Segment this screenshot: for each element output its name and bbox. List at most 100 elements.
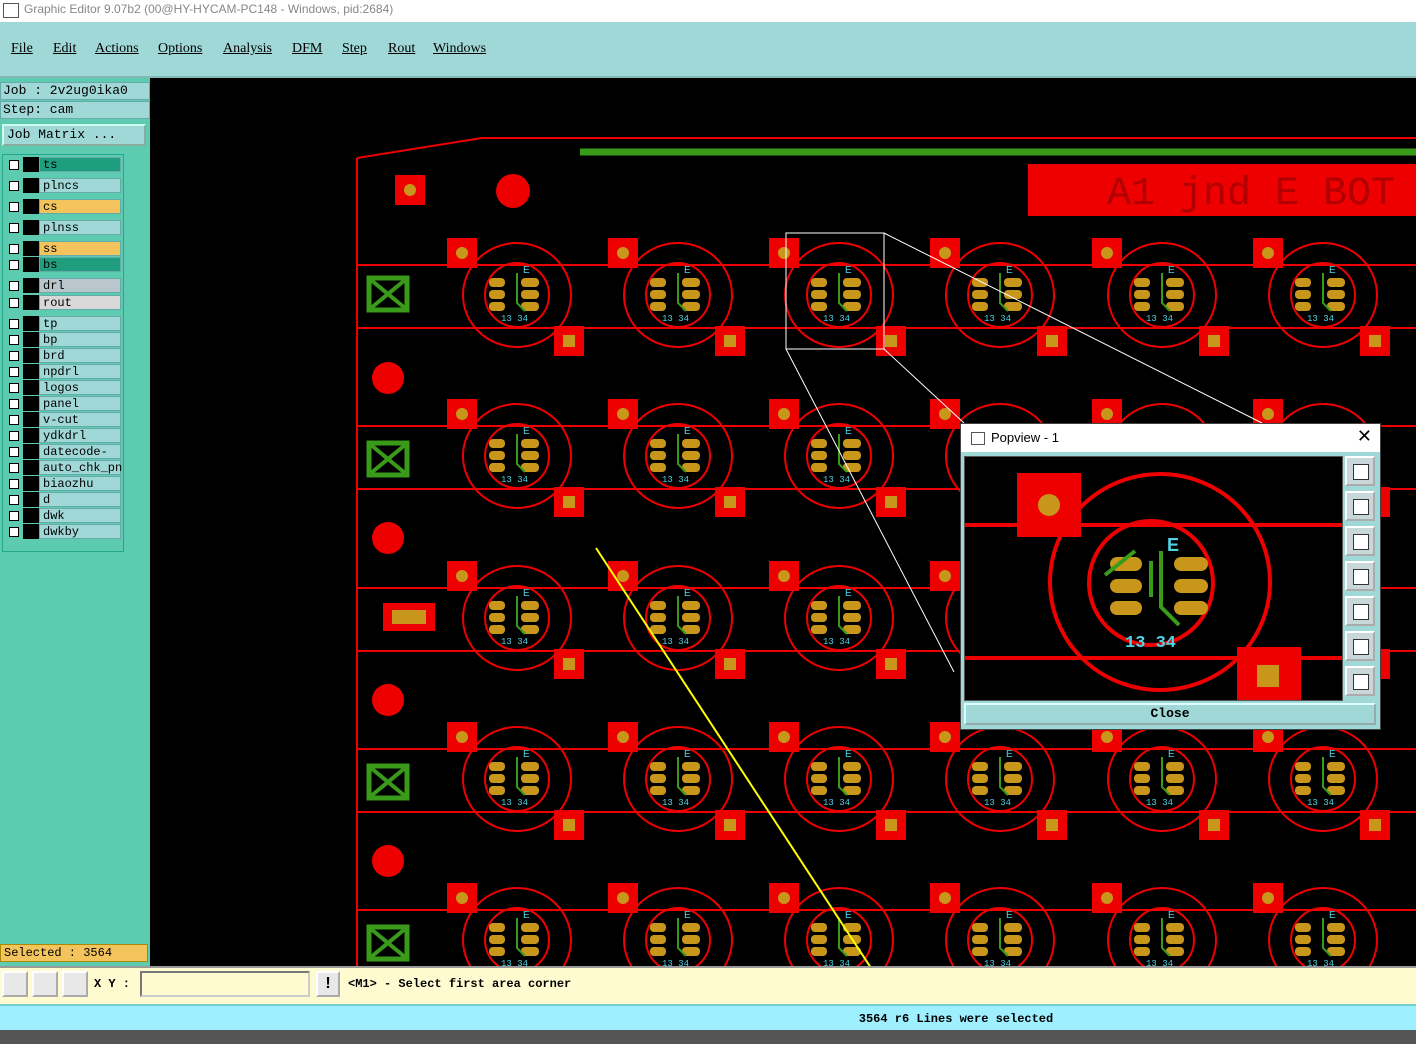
- layer-name[interactable]: drl: [39, 278, 121, 293]
- alert-button[interactable]: !: [316, 971, 340, 997]
- layer-checkbox[interactable]: [9, 447, 19, 457]
- layer-name[interactable]: npdrl: [39, 364, 121, 379]
- layer-name[interactable]: datecode-ts: [39, 444, 121, 473]
- pan-right-button[interactable]: [1345, 596, 1375, 626]
- layer-checkbox[interactable]: [9, 383, 19, 393]
- layer-checkbox[interactable]: [9, 319, 19, 329]
- layer-row-ydkdrl[interactable]: ydkdrl: [5, 428, 121, 443]
- layer-row-dwk[interactable]: dwk: [5, 508, 121, 523]
- layer-checkbox[interactable]: [9, 223, 19, 233]
- layer-name[interactable]: biaozhu: [39, 476, 121, 491]
- layer-name[interactable]: dwk: [39, 508, 121, 523]
- menu-step[interactable]: Step: [342, 41, 367, 57]
- layer-checkbox[interactable]: [9, 463, 19, 473]
- layer-row-tp[interactable]: tp: [5, 316, 121, 331]
- layer-checkbox[interactable]: [9, 399, 19, 409]
- svg-text:E: E: [684, 426, 691, 437]
- layer-name[interactable]: dwkby: [39, 524, 121, 539]
- zoom-tool-button[interactable]: [2, 971, 28, 997]
- layer-row-bs[interactable]: bs: [5, 257, 121, 272]
- layer-name[interactable]: cs: [39, 199, 121, 214]
- layer-checkbox[interactable]: [9, 495, 19, 505]
- layer-name[interactable]: tp: [39, 316, 121, 331]
- svg-text:13 34: 13 34: [501, 959, 528, 966]
- layer-name[interactable]: ydkdrl: [39, 428, 121, 443]
- menu-analysis[interactable]: Analysis: [223, 41, 272, 57]
- zoom-fit-button[interactable]: [1345, 456, 1375, 486]
- menu-actions[interactable]: Actions: [95, 41, 139, 57]
- layer-row-plnss[interactable]: plnss: [5, 220, 121, 235]
- layer-checkbox[interactable]: [9, 160, 19, 170]
- popview-close-button[interactable]: Close: [964, 703, 1376, 725]
- layer-checkbox[interactable]: [9, 367, 19, 377]
- layer-checkbox[interactable]: [9, 281, 19, 291]
- layer-row-plncs[interactable]: plncs: [5, 178, 121, 193]
- menu-rout[interactable]: Rout: [388, 41, 415, 57]
- layer-name[interactable]: v-cut: [39, 412, 121, 427]
- layer-row-dwkby[interactable]: dwkby: [5, 524, 121, 539]
- zoom-in-button[interactable]: [1345, 631, 1375, 661]
- layer-name[interactable]: ts: [39, 157, 121, 172]
- popview-view[interactable]: E 13 34: [964, 456, 1343, 703]
- layer-checkbox[interactable]: [9, 351, 19, 361]
- layer-name[interactable]: ss: [39, 241, 121, 256]
- menu-windows[interactable]: Windows: [433, 41, 486, 57]
- job-matrix-button[interactable]: Job Matrix ...: [2, 124, 146, 146]
- layer-row-v-cut[interactable]: v-cut: [5, 412, 121, 427]
- measure-tool-button[interactable]: [32, 971, 58, 997]
- menu-dfm[interactable]: DFM: [292, 41, 322, 57]
- layer-name[interactable]: brd: [39, 348, 121, 363]
- layer-checkbox[interactable]: [9, 415, 19, 425]
- menu-edit[interactable]: Edit: [53, 41, 76, 57]
- menu-file[interactable]: File: [11, 41, 33, 57]
- layer-checkbox[interactable]: [9, 298, 19, 308]
- layer-row-biaozhu[interactable]: biaozhu: [5, 476, 121, 491]
- layer-row-logos[interactable]: logos: [5, 380, 121, 395]
- layer-name[interactable]: panel: [39, 396, 121, 411]
- layer-row-d[interactable]: d: [5, 492, 121, 507]
- layer-checkbox[interactable]: [9, 431, 19, 441]
- svg-text:E: E: [1168, 265, 1175, 276]
- layer-name[interactable]: bp: [39, 332, 121, 347]
- layer-list: ts plncs cs plnss ss bs drl rout tp bp brd npdrl log…: [2, 154, 124, 552]
- pan-down-button[interactable]: [1345, 526, 1375, 556]
- layer-row-cs[interactable]: cs: [5, 199, 121, 214]
- layer-checkbox[interactable]: [9, 511, 19, 521]
- layer-row-drl[interactable]: drl: [5, 278, 121, 293]
- layer-checkbox[interactable]: [9, 527, 19, 537]
- svg-text:E: E: [1006, 749, 1013, 760]
- close-icon[interactable]: ✕: [1357, 426, 1372, 447]
- layer-row-datecode-ts[interactable]: datecode-ts: [5, 444, 121, 473]
- svg-text:13 34: 13 34: [823, 475, 850, 485]
- layer-row-ss[interactable]: ss: [5, 241, 121, 256]
- layer-name[interactable]: d: [39, 492, 121, 507]
- layer-row-rout[interactable]: rout: [5, 295, 121, 310]
- layer-name[interactable]: plncs: [39, 178, 121, 193]
- layer-row-panel[interactable]: panel: [5, 396, 121, 411]
- layer-name[interactable]: plnss: [39, 220, 121, 235]
- xy-input[interactable]: [140, 971, 310, 997]
- layer-name[interactable]: bs: [39, 257, 121, 272]
- layer-name[interactable]: rout: [39, 295, 121, 310]
- layer-name[interactable]: auto_chk_pn: [39, 460, 122, 475]
- layer-name[interactable]: logos: [39, 380, 121, 395]
- zoom-out-button[interactable]: [1345, 666, 1375, 696]
- grid-tool-button[interactable]: [62, 971, 88, 997]
- menu-options[interactable]: Options: [158, 41, 202, 57]
- layer-checkbox[interactable]: [9, 479, 19, 489]
- layer-checkbox[interactable]: [9, 202, 19, 212]
- layer-row-ts[interactable]: ts: [5, 157, 121, 172]
- layer-checkbox[interactable]: [9, 244, 19, 254]
- layer-row-bp[interactable]: bp: [5, 332, 121, 347]
- led-footprint: E 13 34: [769, 399, 906, 517]
- pan-up-button[interactable]: [1345, 491, 1375, 521]
- pan-left-button[interactable]: [1345, 561, 1375, 591]
- layer-checkbox[interactable]: [9, 260, 19, 270]
- layer-checkbox[interactable]: [9, 335, 19, 345]
- layer-row-npdrl[interactable]: npdrl: [5, 364, 121, 379]
- led-footprint: E 13 34: [447, 399, 584, 517]
- layer-row-auto_chk_pn[interactable]: auto_chk_pn: [5, 460, 122, 475]
- layer-row-brd[interactable]: brd: [5, 348, 121, 363]
- layer-checkbox[interactable]: [9, 181, 19, 191]
- xy-label: X Y :: [94, 977, 131, 991]
